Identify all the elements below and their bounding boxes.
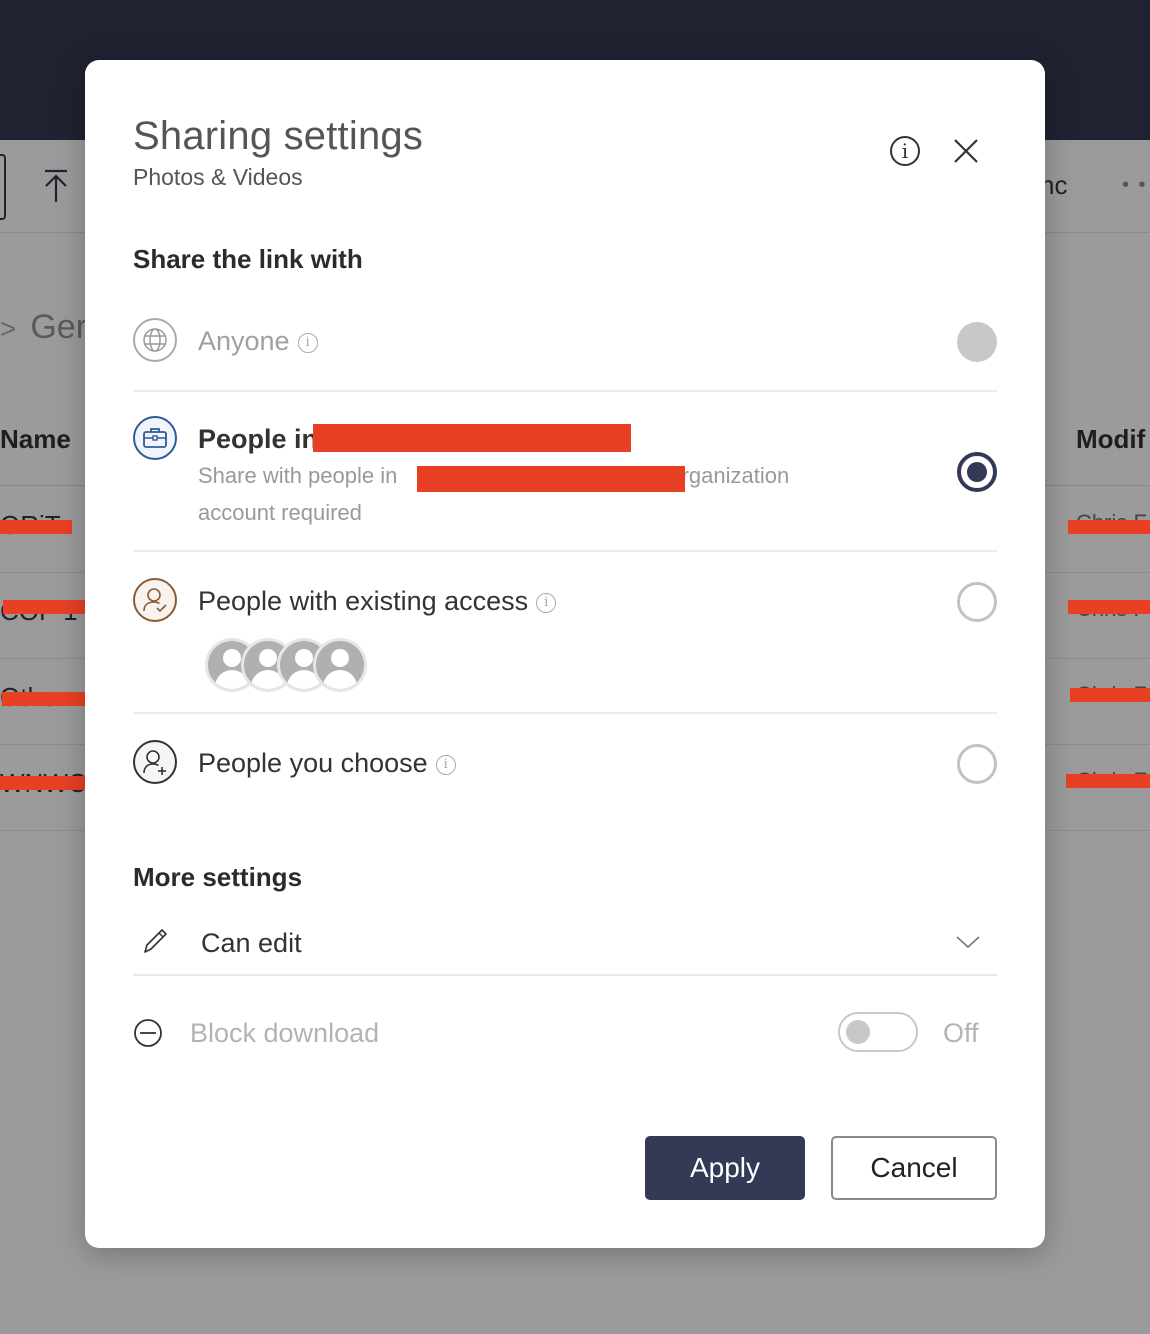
- option-label-text: People you choose: [198, 748, 428, 778]
- option-people-in-org[interactable]: People in Share with people in organizati…: [133, 416, 997, 536]
- close-icon[interactable]: [951, 136, 981, 166]
- redaction-mark: [1068, 520, 1150, 534]
- avatar: [313, 638, 367, 692]
- redaction-mark: [3, 600, 91, 614]
- option-people-you-choose[interactable]: People you choose i: [133, 740, 997, 790]
- column-header-modified: Modif: [1076, 424, 1146, 454]
- sharing-settings-dialog: Sharing settings Photos & Videos i Share…: [85, 60, 1045, 1248]
- dialog-title: Sharing settings: [133, 114, 424, 158]
- block-download-label: Block download: [190, 1018, 380, 1048]
- upload-icon: [45, 169, 67, 202]
- description-suffix: organization: [669, 463, 790, 488]
- permission-label: Can edit: [201, 928, 302, 958]
- radio-people-in-org[interactable]: [957, 452, 997, 492]
- option-label-text: Anyone: [198, 326, 290, 356]
- redaction-mark: [1066, 774, 1150, 788]
- option-anyone[interactable]: Anyone i: [133, 318, 997, 368]
- share-link-heading: Share the link with: [133, 244, 363, 274]
- block-download-row: Block download Off: [133, 1010, 997, 1060]
- radio-people-you-choose[interactable]: [957, 744, 997, 784]
- option-label: People you choose i: [198, 748, 456, 779]
- option-existing-access[interactable]: People with existing access i: [133, 578, 997, 698]
- description-line2: account required: [198, 500, 362, 525]
- option-label-text: People with existing access: [198, 586, 529, 616]
- info-icon[interactable]: i: [435, 754, 456, 775]
- redaction-mark: [1070, 688, 1150, 702]
- info-icon[interactable]: i: [890, 136, 920, 166]
- dialog-subtitle: Photos & Videos: [133, 164, 303, 190]
- chevron-down-icon: [956, 936, 980, 949]
- column-header-name: Name: [0, 424, 71, 454]
- radio-anyone[interactable]: [957, 322, 997, 362]
- cancel-button[interactable]: Cancel: [831, 1136, 997, 1200]
- option-label: Anyone i: [198, 326, 318, 357]
- divider: [133, 550, 997, 552]
- info-icon[interactable]: i: [297, 332, 318, 353]
- redaction-mark: [2, 692, 90, 706]
- radio-existing-access[interactable]: [957, 582, 997, 622]
- chevron-right-icon: >: [0, 313, 17, 344]
- description-prefix: Share with people in: [198, 463, 398, 488]
- person-check-icon: [133, 578, 177, 622]
- person-add-icon: [133, 740, 177, 784]
- option-label: People with existing access i: [198, 586, 557, 617]
- apply-button[interactable]: Apply: [645, 1136, 805, 1200]
- redaction-mark: [0, 776, 88, 790]
- pencil-icon: [144, 929, 167, 953]
- option-label: People in: [198, 424, 319, 454]
- divider: [133, 712, 997, 714]
- permission-dropdown[interactable]: Can edit: [133, 912, 997, 976]
- more-settings-heading: More settings: [133, 862, 303, 892]
- toggle-state-label: Off: [943, 1018, 979, 1048]
- globe-icon: [133, 318, 177, 362]
- more-horizontal-icon: • •: [1122, 174, 1148, 196]
- breadcrumb-text: Ger: [30, 308, 88, 346]
- redaction-mark: [313, 424, 631, 452]
- background-button-edge: [0, 154, 6, 220]
- redaction-mark: [417, 466, 685, 492]
- briefcase-icon: [133, 416, 177, 460]
- redaction-mark: [1068, 600, 1150, 614]
- block-icon: [134, 1019, 162, 1047]
- background-breadcrumb: > Ger: [0, 308, 87, 347]
- info-icon[interactable]: i: [536, 592, 557, 613]
- redaction-mark: [0, 520, 72, 534]
- block-download-toggle[interactable]: [838, 1012, 918, 1052]
- divider: [133, 390, 997, 392]
